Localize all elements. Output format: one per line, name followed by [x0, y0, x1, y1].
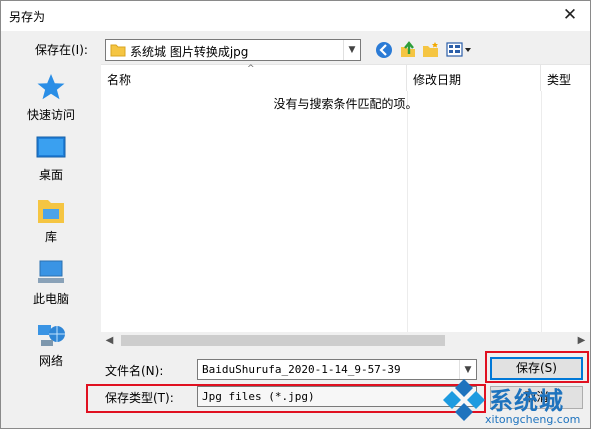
column-header-modified[interactable]: 修改日期: [407, 65, 541, 91]
filename-label: 文件名(N):: [105, 364, 164, 378]
column-divider: [541, 91, 542, 336]
column-label: 类型: [547, 73, 572, 87]
new-folder-icon[interactable]: [422, 41, 440, 59]
column-header-name[interactable]: 名称 ^: [101, 64, 407, 91]
filetype-highlight-box: [86, 384, 486, 413]
filename-value: BaiduShurufa_2020-1-14_9-57-39: [202, 363, 401, 376]
watermark-url: xitongcheng.com: [485, 413, 581, 426]
empty-message: 没有与搜索条件匹配的项。: [273, 97, 418, 111]
dialog-title: 另存为: [9, 10, 46, 24]
filename-input[interactable]: BaiduShurufa_2020-1-14_9-57-39 ▼: [197, 359, 477, 380]
title-bar: 另存为 ✕: [1, 1, 590, 31]
watermark-brand: 系统城: [489, 387, 564, 415]
sidebar-item-label: 此电脑: [32, 292, 69, 306]
column-label: 修改日期: [413, 73, 462, 87]
view-menu-icon[interactable]: [446, 41, 472, 59]
sort-ascending-icon: ^: [247, 64, 255, 74]
save-as-dialog: 另存为 ✕ 保存在(I): 系统城 图片转换成jpg ▼ 快速访问 桌面 库 此…: [0, 0, 591, 429]
up-folder-icon[interactable]: [399, 41, 417, 59]
sidebar-item-network[interactable]: 网络: [1, 320, 101, 380]
watermark-logo-icon: [443, 379, 485, 421]
scroll-thumb[interactable]: [121, 335, 445, 346]
sidebar-item-label: 库: [44, 230, 57, 244]
horizontal-scrollbar[interactable]: ◀ ▶: [101, 332, 590, 349]
column-header-type[interactable]: 类型: [541, 65, 590, 91]
back-icon[interactable]: [375, 41, 393, 59]
scroll-right-icon[interactable]: ▶: [573, 332, 590, 349]
column-divider: [407, 91, 408, 336]
folder-icon: [110, 44, 126, 57]
star-icon: [37, 74, 65, 100]
location-value: 系统城 图片转换成jpg: [130, 45, 249, 59]
sidebar-item-this-pc[interactable]: 此电脑: [1, 258, 101, 318]
chevron-down-icon[interactable]: ▼: [343, 40, 360, 60]
sidebar-item-quick-access[interactable]: 快速访问: [1, 72, 101, 132]
network-icon: [38, 325, 65, 346]
location-label: 保存在(I):: [35, 43, 88, 57]
computer-icon: [38, 260, 64, 283]
column-label: 名称: [107, 73, 132, 87]
scroll-left-icon[interactable]: ◀: [101, 332, 118, 349]
file-list[interactable]: 名称 ^ 修改日期 类型 没有与搜索条件匹配的项。: [101, 64, 590, 349]
places-sidebar: 快速访问 桌面 库 此电脑 网络: [1, 64, 101, 384]
desktop-icon: [36, 136, 66, 158]
close-icon[interactable]: ✕: [560, 5, 580, 25]
sidebar-item-library[interactable]: 库: [1, 196, 101, 256]
sidebar-item-label: 网络: [38, 354, 63, 368]
location-combo[interactable]: 系统城 图片转换成jpg ▼: [105, 39, 361, 61]
sidebar-item-label: 桌面: [38, 168, 63, 182]
sidebar-item-desktop[interactable]: 桌面: [1, 134, 101, 194]
sidebar-item-label: 快速访问: [26, 108, 75, 122]
library-icon: [38, 200, 64, 223]
save-highlight-box: [485, 351, 589, 383]
